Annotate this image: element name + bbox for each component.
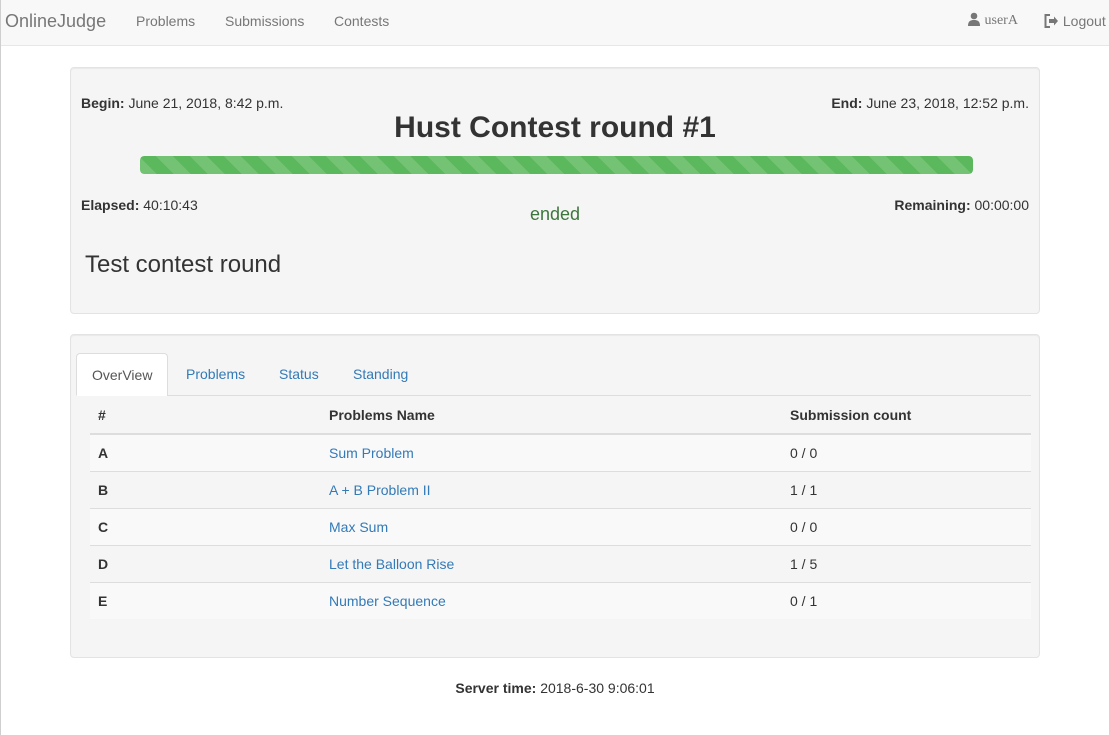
begin-time: Begin: June 21, 2018, 8:42 p.m. <box>81 95 283 111</box>
problem-link[interactable]: Max Sum <box>329 519 388 535</box>
header-submission-count: Submission count <box>782 396 1031 435</box>
table-row: C Max Sum 0 / 0 <box>90 507 1031 545</box>
contest-tabs-panel: OverView Problems Status Standing # Prob… <box>70 334 1040 658</box>
submission-count: 0 / 1 <box>782 581 1031 619</box>
tab-bar: OverView Problems Status Standing <box>76 353 1031 396</box>
problem-link[interactable]: Let the Balloon Rise <box>329 556 454 572</box>
problem-link[interactable]: Number Sequence <box>329 593 446 609</box>
logout-link[interactable]: Logout <box>1044 13 1106 29</box>
brand-link[interactable]: OnlineJudge <box>5 11 106 32</box>
problems-table: # Problems Name Submission count A Sum P… <box>90 396 1031 619</box>
submission-count: 1 / 5 <box>782 544 1031 582</box>
contest-title: Hust Contest round #1 <box>394 111 716 144</box>
table-row: A Sum Problem 0 / 0 <box>90 434 1031 471</box>
problem-id: A <box>90 434 321 471</box>
problem-id: E <box>90 581 321 619</box>
header-problem-name: Problems Name <box>321 396 782 435</box>
contest-progress-bar <box>140 156 973 174</box>
submission-count: 0 / 0 <box>782 507 1031 545</box>
remaining-time: Remaining: 00:00:00 <box>894 197 1029 213</box>
tab-problems[interactable]: Problems <box>171 353 260 396</box>
table-row: B A + B Problem II 1 / 1 <box>90 470 1031 508</box>
user-menu-link[interactable]: userA <box>967 12 1018 29</box>
navbar: OnlineJudge Problems Submissions Contest… <box>1 0 1109 46</box>
server-time: Server time: 2018-6-30 9:06:01 <box>1 680 1109 696</box>
begin-label: Begin: <box>81 95 125 111</box>
submission-count: 0 / 0 <box>782 434 1031 471</box>
table-row: D Let the Balloon Rise 1 / 5 <box>90 544 1031 582</box>
server-time-value: 2018-6-30 9:06:01 <box>540 680 655 696</box>
user-name: userA <box>984 13 1018 28</box>
nav-contests-link[interactable]: Contests <box>334 13 389 29</box>
logout-label: Logout <box>1062 13 1106 29</box>
nav-problems-link[interactable]: Problems <box>136 13 195 29</box>
problem-link[interactable]: Sum Problem <box>329 445 414 461</box>
remaining-value: 00:00:00 <box>974 197 1030 213</box>
tab-standing[interactable]: Standing <box>338 353 423 396</box>
end-time: End: June 23, 2018, 12:52 p.m. <box>831 95 1029 111</box>
problem-link[interactable]: A + B Problem II <box>329 482 431 498</box>
logout-icon <box>1044 13 1063 29</box>
remaining-label: Remaining: <box>894 197 971 213</box>
server-time-label: Server time: <box>455 680 537 696</box>
tab-overview[interactable]: OverView <box>76 353 169 396</box>
contest-info-panel: Begin: June 21, 2018, 8:42 p.m. End: Jun… <box>70 67 1040 314</box>
end-value: June 23, 2018, 12:52 p.m. <box>866 95 1029 111</box>
problem-id: C <box>90 507 321 545</box>
problem-id: B <box>90 470 321 508</box>
table-row: E Number Sequence 0 / 1 <box>90 581 1031 619</box>
table-header-row: # Problems Name Submission count <box>90 396 1031 435</box>
header-id: # <box>90 396 321 435</box>
problem-id: D <box>90 544 321 582</box>
nav-submissions-link[interactable]: Submissions <box>225 13 304 29</box>
end-label: End: <box>831 95 863 111</box>
submission-count: 1 / 1 <box>782 470 1031 508</box>
user-icon <box>967 12 985 28</box>
contest-description: Test contest round <box>85 251 282 278</box>
tab-status[interactable]: Status <box>264 353 334 396</box>
begin-value: June 21, 2018, 8:42 p.m. <box>128 95 284 111</box>
contest-progress-fill <box>140 156 973 174</box>
